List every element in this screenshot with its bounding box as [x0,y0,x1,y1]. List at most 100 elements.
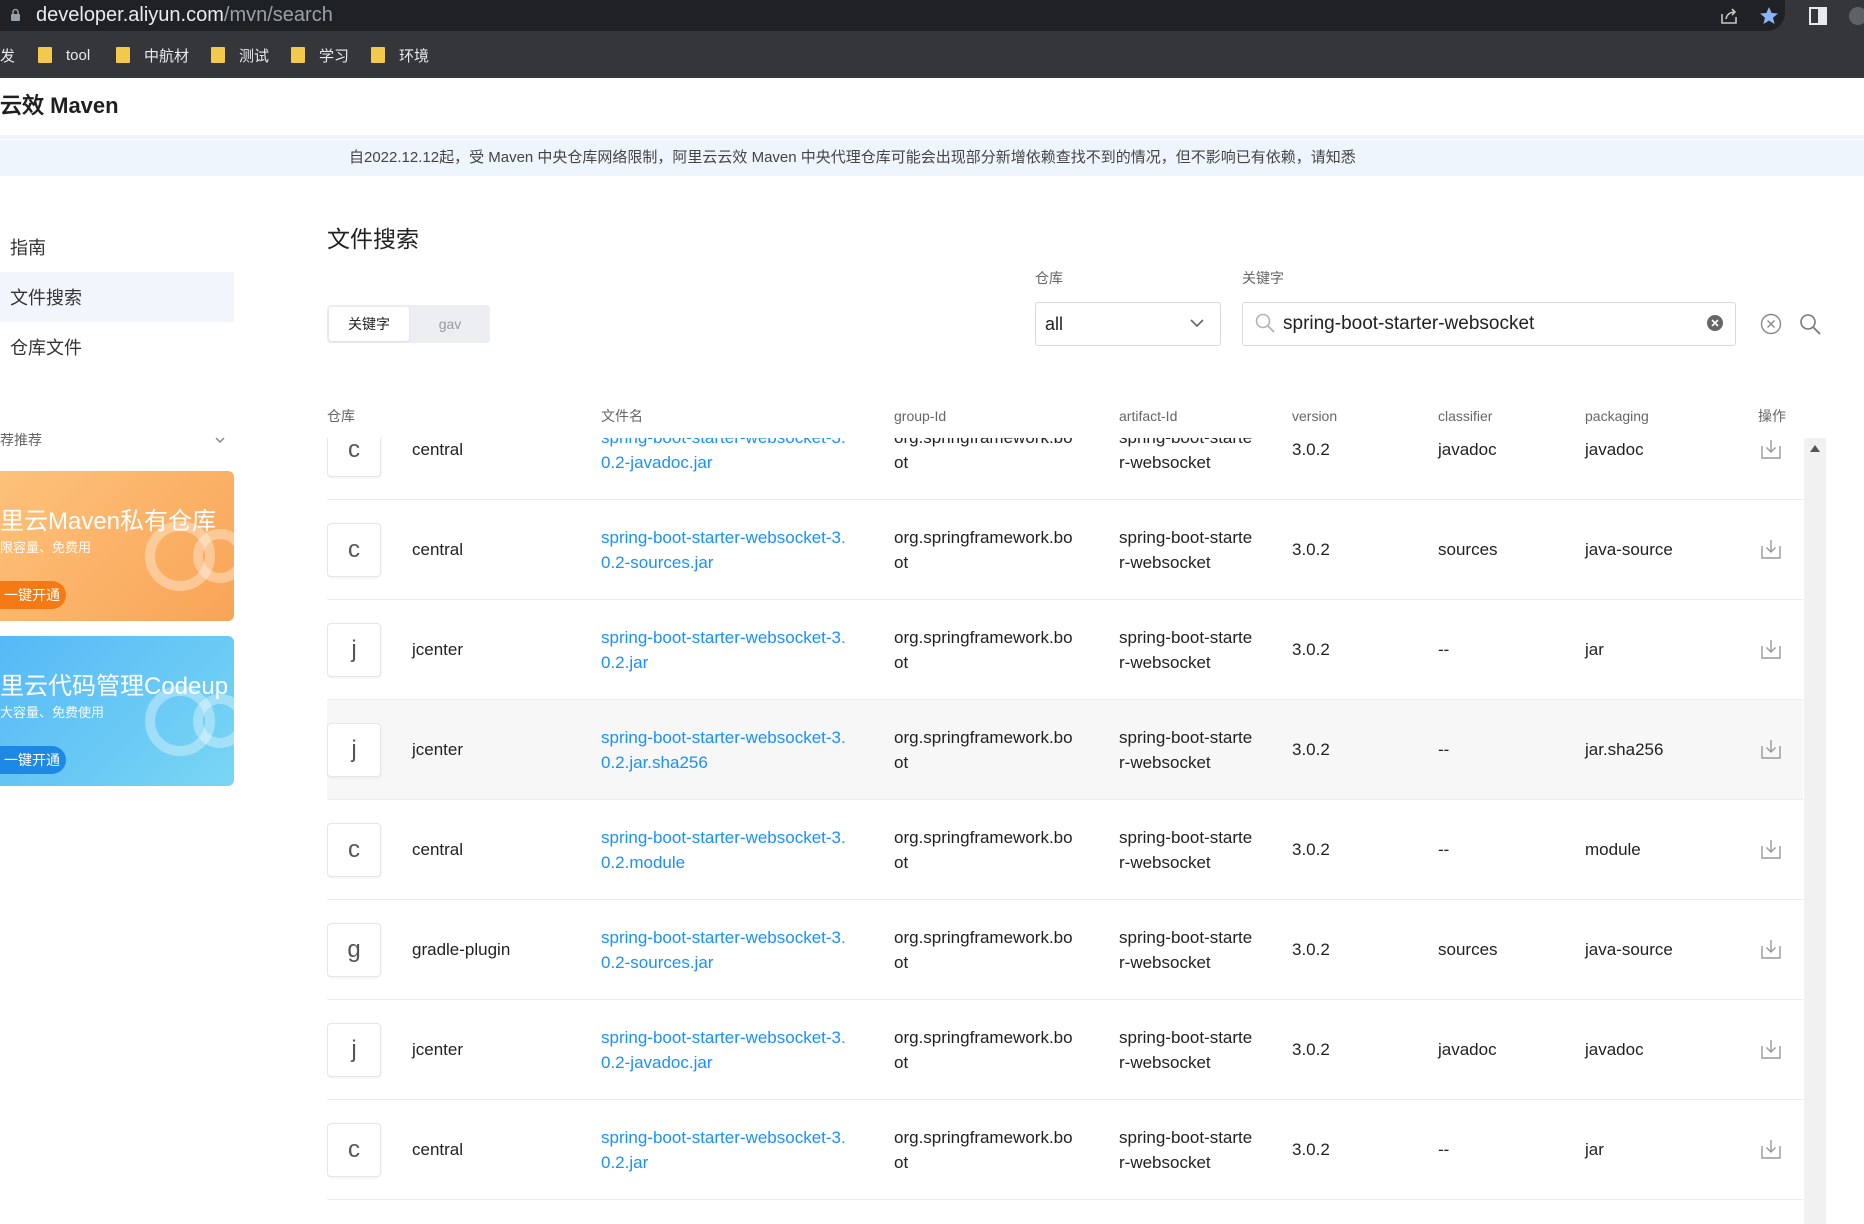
group-id-line: ot [894,453,909,472]
group-id-cell: org.springframework.bo ot [894,925,1073,975]
group-id-cell: org.springframework.bo ot [894,625,1073,675]
group-id-line: ot [894,753,909,772]
bookmark-star-icon[interactable] [1757,4,1781,28]
table-row[interactable]: j jcenter spring-boot-starter-websocket-… [327,700,1803,800]
table-row[interactable]: c central spring-boot-starter-websocket-… [327,500,1803,600]
filename-link[interactable]: spring-boot-starter-websocket-3. 0.2-java… [601,1025,846,1075]
reset-icon[interactable] [1760,313,1782,335]
folder-icon [211,47,225,63]
filename-link[interactable]: spring-boot-starter-websocket-3. 0.2-sour… [601,925,846,975]
artifact-id-cell: spring-boot-starte r-websocket [1119,1025,1252,1075]
download-icon[interactable] [1759,737,1783,761]
artifact-id-line: spring-boot-starte [1119,928,1253,947]
artifact-id-line: spring-boot-starte [1119,728,1253,747]
download-icon[interactable] [1759,537,1783,561]
filename-line: 0.2.jar.sha256 [601,753,708,772]
search-mode-gav-tab[interactable]: gav [412,307,488,341]
promo-open-button[interactable]: 一键开通 [0,581,66,609]
download-icon[interactable] [1759,837,1783,861]
filename-line: 0.2.jar [601,653,649,672]
filename-line: 0.2-sources.jar [601,553,714,572]
filename-link[interactable]: spring-boot-starter-websocket-3. 0.2.jar [601,625,846,675]
header-divider [0,135,1864,139]
artifact-id-line: r-websocket [1119,1053,1211,1072]
share-icon[interactable] [1717,4,1741,28]
artifact-id-line: r-websocket [1119,953,1211,972]
packaging-cell: module [1585,840,1641,859]
side-panel-icon[interactable] [1806,4,1830,28]
url-path: /mvn/search [223,4,333,26]
bookmark-folder-tool[interactable]: tool [38,37,90,73]
download-icon[interactable] [1759,438,1783,461]
table-row[interactable]: g gradle-plugin spring-boot-starter-webs… [327,900,1803,1000]
table-row[interactable]: j jcenter spring-boot-starter-websocket-… [327,1000,1803,1100]
repo-cell: jcenter [412,1040,464,1059]
app-title[interactable]: 云效 Maven [0,91,119,121]
folder-icon [371,47,385,63]
url-text[interactable]: developer.aliyun.com/mvn/search [36,1,333,29]
filename-line: spring-boot-starter-websocket-3. [601,828,846,847]
repo-badge: j [327,1023,381,1077]
artifact-id-cell: spring-boot-starte r-websocket [1119,925,1252,975]
sidebar-item-file-search[interactable]: 文件搜索 [0,272,234,322]
group-id-line: org.springframework.bo [894,1128,1073,1147]
scroll-up-arrow-icon[interactable] [1810,444,1820,452]
classifier-cell: -- [1438,640,1450,659]
download-icon[interactable] [1759,637,1783,661]
bookmark-folder-env[interactable]: 环境 [371,37,429,73]
classifier-cell: -- [1438,1140,1450,1159]
page-title: 文件搜索 [327,226,419,252]
table-row[interactable]: c central spring-boot-starter-websocket-… [327,438,1803,500]
repo-badge: c [327,438,381,477]
artifact-id-cell: spring-boot-starte r-websocket [1119,825,1252,875]
search-icon[interactable] [1798,312,1822,336]
group-id-cell: org.springframework.bo ot [894,825,1073,875]
repo-select-value: all [1045,314,1064,334]
keyword-label: 关键字 [1242,270,1284,286]
repo-cell: central [412,440,464,459]
download-icon[interactable] [1759,937,1783,961]
chevron-down-icon[interactable] [214,434,226,446]
group-id-cell: org.springframework.bo ot [894,725,1073,775]
bookmark-item[interactable]: 发 [0,37,15,73]
promo-subtitle: 限容量、免费用 [0,540,92,555]
table-row[interactable]: c central spring-boot-starter-websocket-… [327,1100,1803,1200]
download-icon[interactable] [1759,1137,1783,1161]
bookmark-folder-study[interactable]: 学习 [291,37,349,73]
filename-line: 0.2-javadoc.jar [601,1053,713,1072]
filename-line: 0.2-javadoc.jar [601,453,713,472]
repo-cell: gradle-plugin [412,940,511,959]
artifact-id-line: spring-boot-starte [1119,438,1252,450]
filename-link[interactable]: spring-boot-starter-websocket-3. 0.2.jar [601,1125,846,1175]
group-id-line: org.springframework.bo [894,828,1073,847]
group-id-line: org.springframework.bo [894,1028,1073,1047]
bookmark-folder-test[interactable]: 测试 [211,37,269,73]
promo-card-codeup[interactable]: 里云代码管理Codeup 大容量、免费使用 一键开通 [0,636,234,786]
sidebar-item-guide[interactable]: 指南 [0,222,234,272]
recommend-heading[interactable]: 荐推荐 [0,430,42,450]
column-header-packaging: packaging [1585,408,1649,424]
packaging-cell: jar [1585,640,1604,659]
filename-link[interactable]: spring-boot-starter-websocket-3. 0.2-sour… [601,525,846,575]
sidebar-item-repo-files[interactable]: 仓库文件 [0,322,234,372]
filename-line: spring-boot-starter-websocket-3. [601,1128,846,1147]
table-row[interactable]: j jcenter spring-boot-starter-websocket-… [327,600,1803,700]
clear-input-icon[interactable] [1706,314,1724,332]
version-cell: 3.0.2 [1292,440,1330,459]
artifact-id-line: r-websocket [1119,1153,1211,1172]
promo-card-maven[interactable]: 里云Maven私有仓库 限容量、免费用 一键开通 [0,471,234,621]
filename-link[interactable]: spring-boot-starter-websocket-3. 0.2-java… [601,438,846,475]
table-row[interactable]: c central spring-boot-starter-websocket-… [327,800,1803,900]
profile-icon[interactable] [1846,4,1864,28]
search-mode-keyword-tab[interactable]: 关键字 [329,307,409,341]
lock-icon [11,8,20,21]
group-id-line: ot [894,1053,909,1072]
table-scrollbar[interactable] [1804,438,1826,1224]
keyword-search-input[interactable] [1242,302,1736,346]
version-cell: 3.0.2 [1292,840,1330,859]
bookmark-folder-zhonghangcai[interactable]: 中航材 [116,37,189,73]
promo-open-button[interactable]: 一键开通 [0,746,66,774]
filename-link[interactable]: spring-boot-starter-websocket-3. 0.2.jar.… [601,725,846,775]
download-icon[interactable] [1759,1037,1783,1061]
filename-link[interactable]: spring-boot-starter-websocket-3. 0.2.modu… [601,825,846,875]
